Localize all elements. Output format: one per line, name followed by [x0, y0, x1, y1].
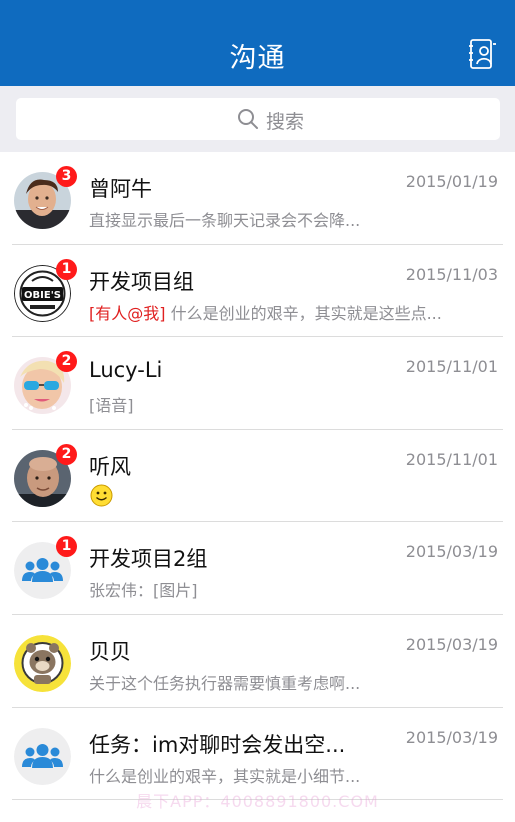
search-input[interactable]: 搜索	[16, 98, 500, 140]
mention-tag: [有人@我]	[89, 303, 166, 323]
conversation-row[interactable]: 1 开发项目2组 2015/03/19 张宏伟：[图片]	[0, 522, 515, 615]
smiley-emoji-icon	[90, 484, 113, 507]
conversation-name: 听风	[89, 454, 131, 479]
conversation-time: 2015/03/19	[405, 542, 498, 562]
bear-avatar	[14, 634, 71, 692]
top-navigation-bar: 沟通	[0, 0, 515, 86]
group-avatar	[14, 727, 71, 785]
last-message-preview: [语音]	[89, 396, 134, 416]
unread-count-badge: 3	[56, 166, 77, 187]
last-message-preview: 直接显示最后一条聊天记录会不会降...	[89, 211, 361, 230]
conversation-row[interactable]: 任务：im对聊时会发出空... 2015/03/19 什么是创业的艰辛，其实就是…	[0, 708, 515, 801]
search-icon	[238, 109, 258, 129]
conversation-name: 开发项目组	[89, 269, 194, 294]
conversation-time: 2015/11/01	[405, 357, 498, 377]
conversation-row[interactable]: 3 曾阿牛 2015/01/19 直接显示最后一条聊天记录会不会降...	[0, 152, 515, 245]
preview-text: 什么是创业的艰辛，其实就是这些点...	[165, 303, 442, 323]
watermark-text: 晨下APP：4008891800.COM	[136, 792, 379, 811]
conversation-time: 2015/03/19	[405, 727, 498, 747]
unread-count-badge: 1	[56, 536, 77, 558]
conversation-row[interactable]: 贝贝 2015/03/19 关于这个任务执行器需要慎重考虑啊...	[0, 615, 515, 708]
conversation-row[interactable]: 2 Lucy-Li 2015/11/01 [语音]	[0, 337, 515, 430]
conversation-name: 任务：im对聊时会发出空...	[89, 732, 346, 757]
search-placeholder: 搜索	[266, 111, 305, 133]
last-message-preview: 关于这个任务执行器需要慎重考虑啊...	[89, 673, 361, 693]
conversation-name: 开发项目2组	[89, 547, 208, 572]
unread-count-badge: 2	[56, 351, 77, 373]
conversation-row[interactable]: OBIE'S 1 开发项目组 2015/11/03 [有人@我] 什么是创业的艰…	[0, 245, 515, 338]
conversation-name: 贝贝	[89, 639, 131, 664]
page-title: 沟通	[229, 43, 286, 74]
conversation-name: 曾阿牛	[89, 177, 152, 201]
conversation-time: 2015/11/01	[405, 449, 498, 469]
conversation-list: 3 曾阿牛 2015/01/19 直接显示最后一条聊天记录会不会降... OBI…	[0, 152, 515, 801]
unread-count-badge: 1	[56, 258, 77, 280]
svg-text:OBIE'S: OBIE'S	[24, 290, 61, 301]
conversation-time: 2015/01/19	[405, 172, 498, 191]
conversation-row[interactable]: 2 听风 2015/11/01	[0, 430, 515, 523]
unread-count-badge: 2	[56, 443, 77, 465]
conversation-time: 2015/11/03	[405, 264, 498, 284]
contacts-book-icon[interactable]	[466, 38, 498, 70]
conversation-name: Lucy-Li	[89, 358, 163, 383]
last-message-preview: [有人@我] 什么是创业的艰辛，其实就是这些点...	[89, 300, 442, 324]
search-bar-container: 搜索	[0, 86, 515, 152]
last-message-preview: 什么是创业的艰辛，其实就是小细节...	[89, 766, 361, 786]
last-message-preview: 张宏伟：[图片]	[89, 581, 198, 601]
conversation-time: 2015/03/19	[405, 634, 498, 654]
